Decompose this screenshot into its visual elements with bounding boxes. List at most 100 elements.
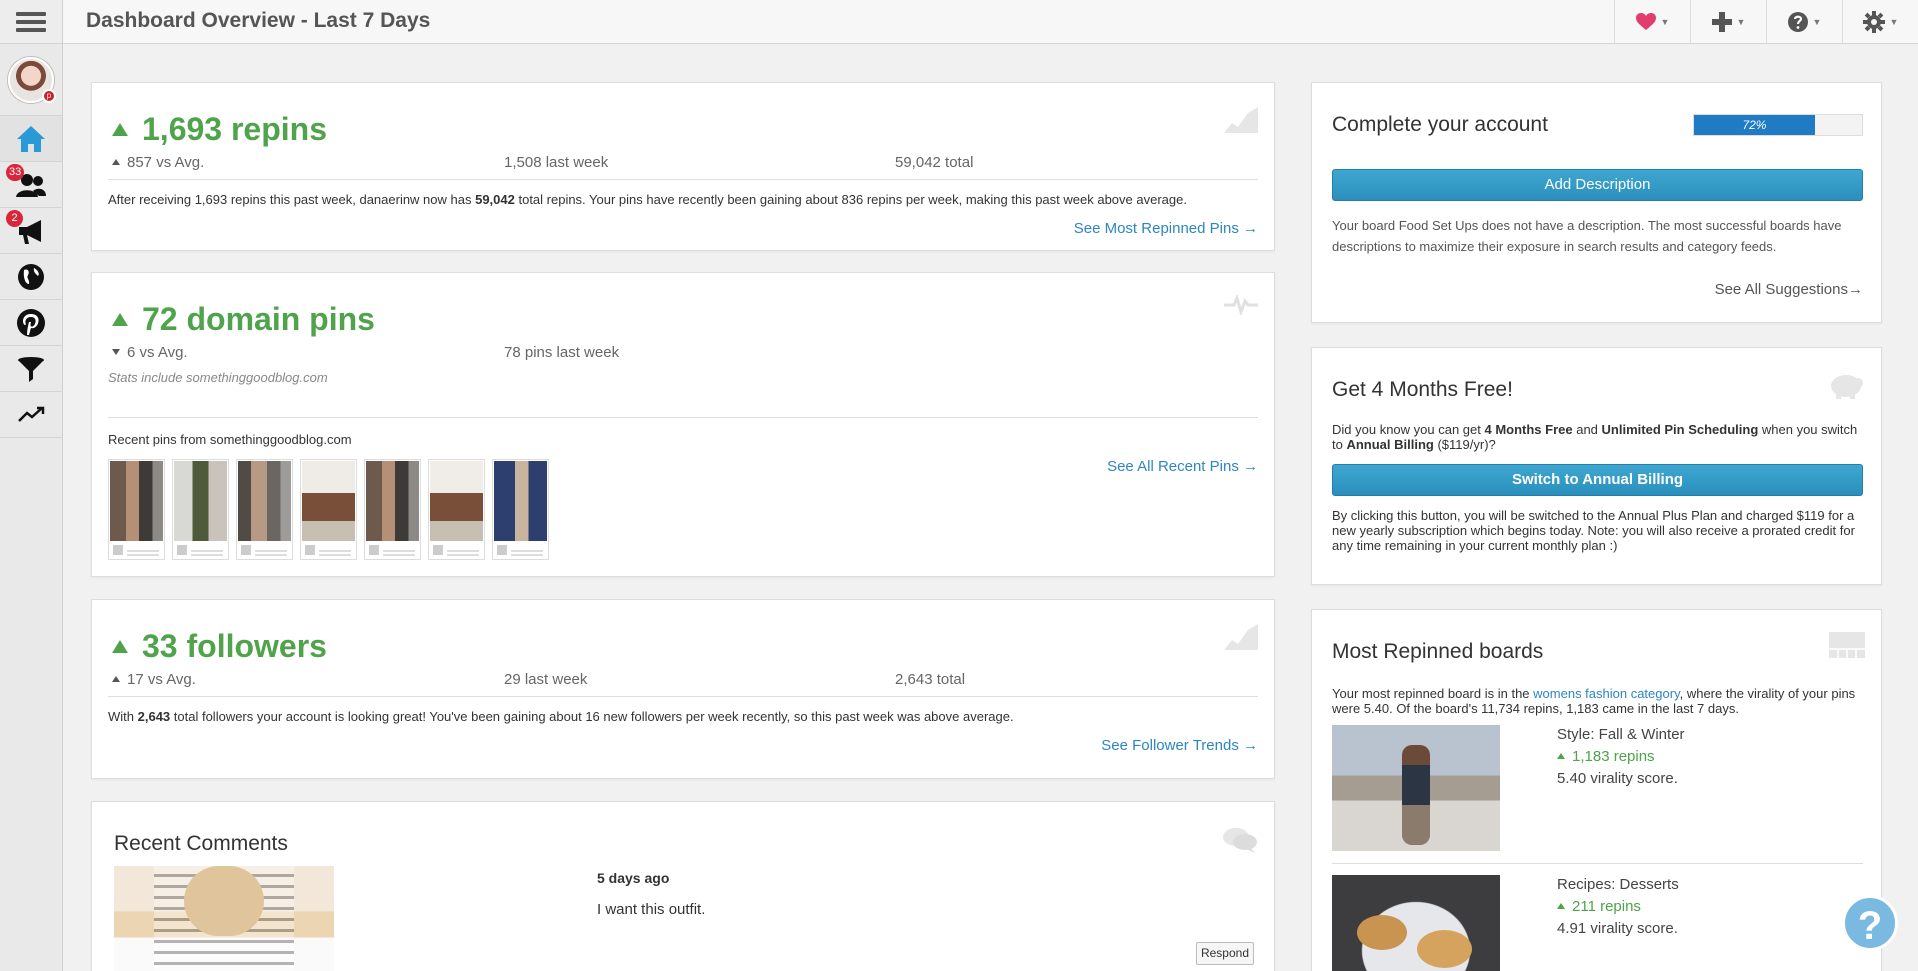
most-repinned-boards-card: Most Repinned boards Your most repinned … [1311,609,1882,971]
sidebar: p 33 2 [0,0,63,971]
board-repins: 211 repins [1557,896,1679,918]
womens-fashion-category-link[interactable]: womens fashion category [1533,686,1679,701]
recent-pins-label: Recent pins from somethinggoodblog.com [108,432,352,447]
up-arrow-icon [112,640,128,653]
recent-pin-thumbnail[interactable] [428,459,485,560]
repins-total: 59,042 total [895,154,974,171]
domain-last-week: 78 pins last week [504,344,620,361]
sidebar-item-home[interactable] [0,116,62,162]
board-name[interactable]: Recipes: Desserts [1557,874,1679,896]
promote-badge: 2 [6,210,23,227]
repins-vs-avg: 857 vs Avg. [112,154,204,171]
favorites-menu[interactable]: ▼ [1614,0,1690,44]
see-follower-trends-link[interactable]: See Follower Trends → [1101,737,1258,754]
up-arrow-icon [112,123,128,136]
followers-count: 33 followers [142,628,327,664]
commenter-photo[interactable] [114,866,334,971]
chevron-down-icon: ▼ [1660,17,1670,27]
board-item-desserts: Recipes: Desserts 211 repins 4.91 virali… [1557,874,1679,940]
sidebar-item-filter[interactable] [0,346,62,392]
followers-vs-avg: 17 vs Avg. [112,671,196,688]
question-circle-icon [1787,12,1808,32]
account-suggestion-text: Your board Food Set Ups does not have a … [1332,218,1842,254]
piggy-bank-icon [1831,375,1863,399]
chevron-down-icon: ▼ [1736,17,1746,27]
boards-intro: Your most repinned board is in the women… [1332,686,1856,716]
recent-comments-card: Recent Comments 5 days ago I want this o… [91,801,1275,971]
top-actions: ▼ ▼ ▼ ▼ [1614,0,1918,44]
board-repins: 1,183 repins [1557,746,1685,768]
board-virality: 5.40 virality score. [1557,770,1678,787]
divider [108,179,1258,180]
up-arrow-icon [1557,903,1565,909]
followers-last-week: 29 last week [504,671,588,688]
question-mark-icon: ? [1857,904,1883,948]
help-chat-button[interactable]: ? [1842,895,1898,951]
followers-badge: 33 [6,164,25,181]
add-description-button[interactable]: Add Description [1332,169,1863,201]
plus-icon [1711,12,1732,32]
add-menu[interactable]: ▼ [1690,0,1766,44]
domain-vs-avg: 6 vs Avg. [112,344,188,361]
board-thumbnail-desserts[interactable] [1332,875,1500,971]
repins-summary: After receiving 1,693 repins this past w… [108,192,1187,207]
recent-pin-thumbnail[interactable] [108,459,165,560]
recent-comments-title: Recent Comments [114,832,288,855]
home-icon [17,125,45,152]
sidebar-item-pinterest[interactable] [0,300,62,346]
see-most-repinned-pins-link[interactable]: See Most Repinned Pins → [1074,220,1258,237]
repins-headline: 1,693 repins [112,111,327,148]
recent-pin-thumbnail[interactable] [300,459,357,560]
respond-button[interactable]: Respond [1196,942,1254,965]
pinterest-icon [17,308,45,337]
sidebar-item-domain[interactable] [0,254,62,300]
globe-icon [18,263,44,290]
sidebar-item-trends[interactable] [0,392,62,438]
comment-time: 5 days ago [597,870,670,886]
followers-total: 2,643 total [895,671,966,688]
heart-icon [1635,13,1656,30]
divider [1332,863,1863,864]
promo-title: Get 4 Months Free! [1332,378,1513,401]
speech-bubbles-icon [1223,828,1257,853]
menu-button[interactable] [0,0,62,44]
followers-headline: 33 followers [112,628,327,665]
sidebar-item-followers[interactable]: 33 [0,162,62,208]
board-thumbnail-style[interactable] [1332,725,1500,851]
followers-card: 33 followers 17 vs Avg. 29 last week 2,6… [91,599,1275,779]
area-chart-icon [1224,624,1258,650]
page-title: Dashboard Overview - Last 7 Days [86,9,431,32]
recent-pin-thumbnail[interactable] [172,459,229,560]
help-menu[interactable]: ▼ [1766,0,1842,44]
see-all-suggestions-link[interactable]: See All Suggestions→ [1715,281,1863,298]
domain-stats-note: Stats include somethinggoodblog.com [108,370,328,385]
area-chart-icon [1224,107,1258,133]
progress-fill: 72% [1694,115,1815,135]
sidebar-item-promote[interactable]: 2 [0,208,62,254]
profile-avatar-button[interactable]: p [0,44,62,116]
board-name[interactable]: Style: Fall & Winter [1557,724,1685,746]
recent-pin-thumbnail[interactable] [236,459,293,560]
up-arrow-icon [112,159,120,165]
comment-text: I want this outfit. [597,901,706,918]
annual-billing-promo-card: Get 4 Months Free! Did you know you can … [1311,347,1882,585]
gear-icon [1862,11,1885,33]
followers-summary: With 2,643 total followers your account … [108,709,1014,724]
hamburger-icon [16,11,46,32]
recent-pin-thumbnail[interactable] [492,459,549,560]
pinterest-mini-icon: p [42,88,56,103]
repins-count: 1,693 repins [142,111,327,147]
domain-headline: 72 domain pins [112,301,375,338]
recent-pin-thumbnail[interactable] [364,459,421,560]
trend-line-icon [18,406,45,422]
most-repinned-boards-title: Most Repinned boards [1332,640,1544,663]
switch-to-annual-billing-button[interactable]: Switch to Annual Billing [1332,464,1863,496]
domain-pins-card: 72 domain pins 6 vs Avg. 78 pins last we… [91,272,1275,577]
divider [108,417,1258,418]
recent-pins-list [108,459,549,560]
chevron-down-icon: ▼ [1812,17,1822,27]
see-all-recent-pins-link[interactable]: See All Recent Pins → [1107,458,1258,475]
settings-menu[interactable]: ▼ [1842,0,1918,44]
up-arrow-icon [112,313,128,326]
board-virality: 4.91 virality score. [1557,920,1678,937]
